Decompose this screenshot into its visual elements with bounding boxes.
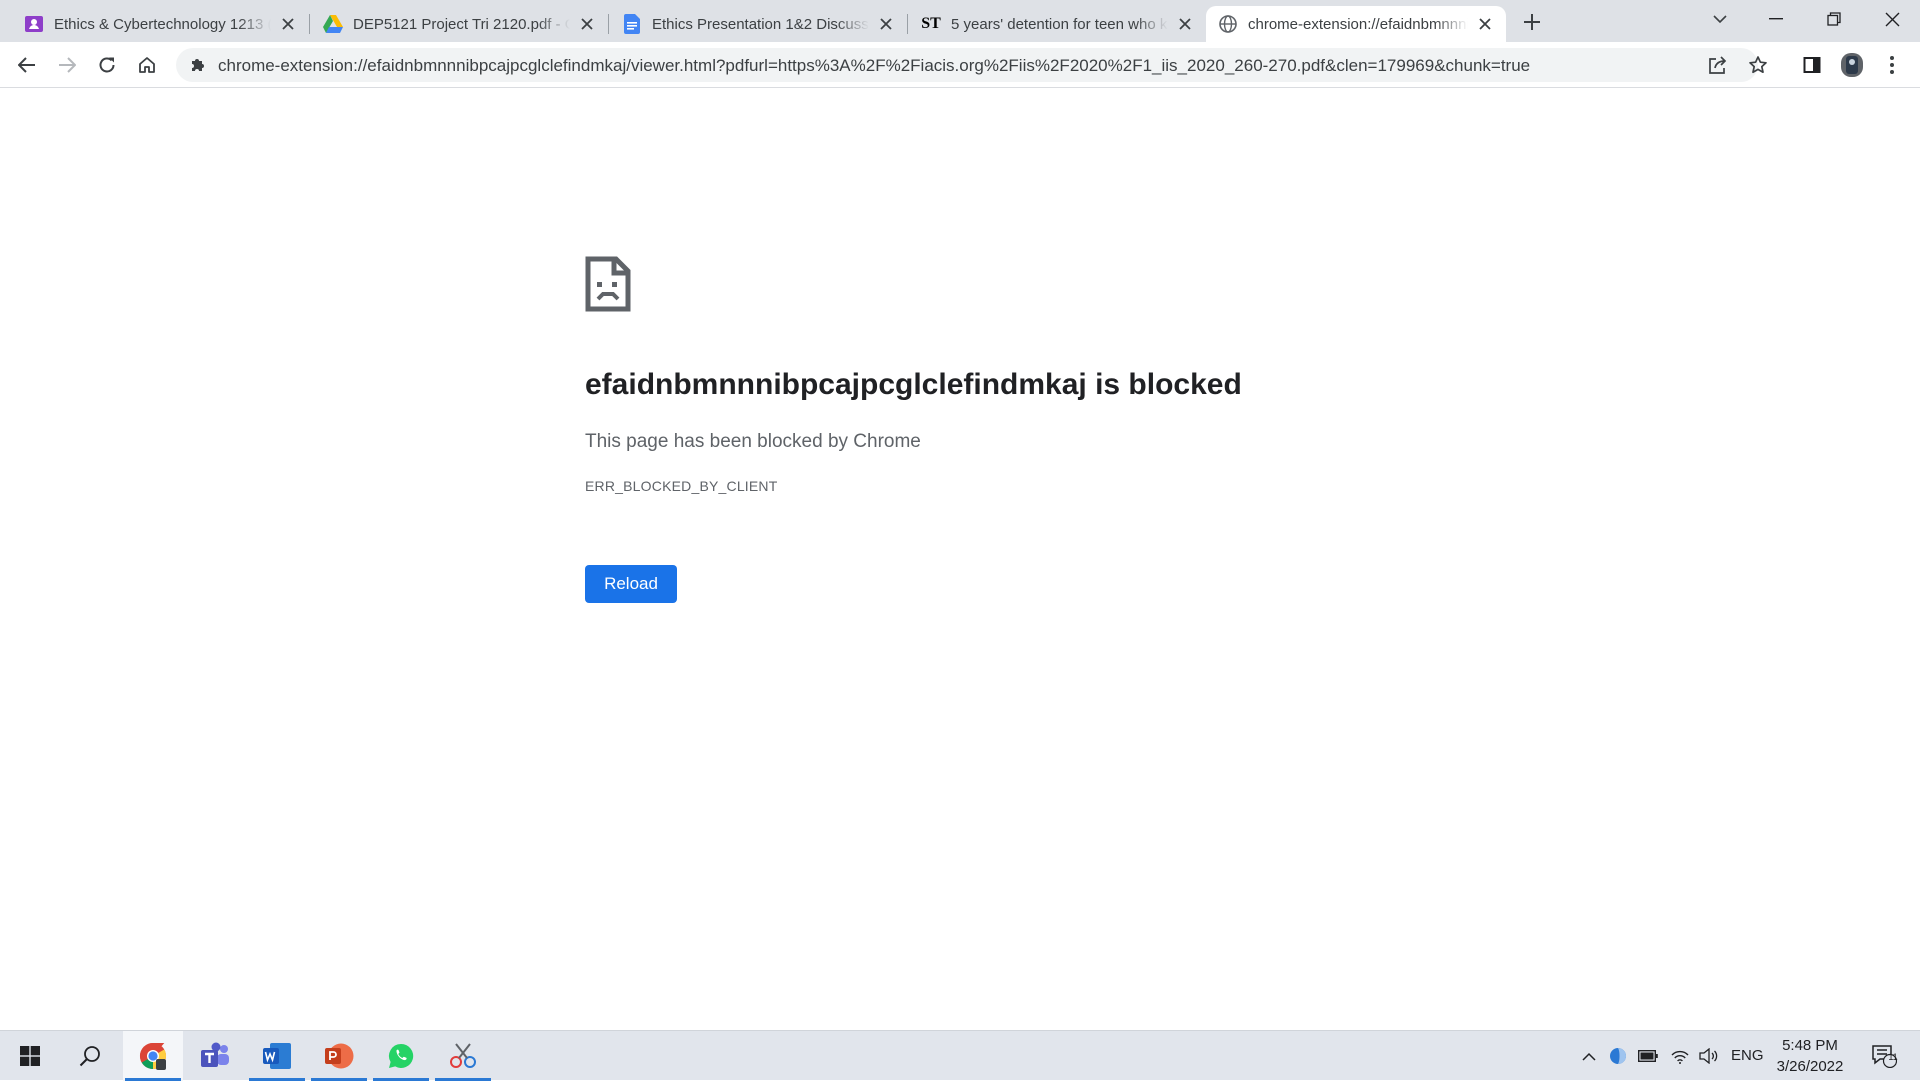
back-button[interactable] [11, 49, 43, 81]
chrome-icon [139, 1042, 167, 1070]
show-hidden-icons-button[interactable] [1578, 1031, 1600, 1081]
google-drive-icon [323, 14, 343, 34]
straits-times-icon: ST [921, 14, 941, 34]
start-button[interactable] [0, 1031, 60, 1081]
taskbar-powerpoint[interactable] [309, 1031, 369, 1081]
restore-button[interactable] [1806, 0, 1862, 38]
windows-taskbar: ENG 5:48 PM 3/26/2022 11 [0, 1030, 1920, 1081]
tab-chrome-extension[interactable]: chrome-extension://efaidnbmnnnib [1206, 6, 1506, 42]
tray-app-icon[interactable] [1606, 1031, 1630, 1081]
word-icon [263, 1043, 291, 1069]
home-icon [139, 57, 155, 73]
taskbar-whatsapp[interactable] [371, 1031, 431, 1081]
tab-separator [608, 14, 609, 34]
profile-button[interactable] [1836, 49, 1868, 81]
tab-dep5121-project[interactable]: DEP5121 Project Tri 2120.pdf - Go [311, 6, 608, 42]
whatsapp-icon [388, 1043, 414, 1068]
close-window-button[interactable] [1864, 0, 1920, 38]
teams-icon [201, 1042, 229, 1067]
share-icon[interactable] [1706, 53, 1730, 77]
taskbar-chrome[interactable] [123, 1031, 183, 1081]
chevron-up-icon [1582, 1052, 1596, 1061]
tab-close-icon[interactable] [1174, 13, 1196, 35]
tab-strip: Ethics & Cybertechnology 1213 ( DEP5121 … [0, 0, 1920, 42]
minimize-button[interactable] [1748, 0, 1804, 38]
tab-close-icon[interactable] [576, 13, 598, 35]
bookmark-star-icon[interactable] [1746, 53, 1770, 77]
tab-ethics-cybertech[interactable]: Ethics & Cybertechnology 1213 ( [12, 6, 309, 42]
input-language[interactable]: ENG [1731, 1047, 1764, 1064]
close-icon [1885, 12, 1899, 26]
tab-title: 5 years' detention for teen who k [951, 15, 1168, 33]
tab-title: chrome-extension://efaidnbmnnnib [1248, 15, 1468, 33]
taskbar-teams[interactable] [185, 1031, 245, 1081]
avatar [1841, 53, 1863, 77]
error-page: efaidnbmnnnibpcajpcglclefindmkaj is bloc… [0, 88, 1920, 1030]
tab-close-icon[interactable] [277, 13, 299, 35]
address-bar[interactable]: chrome-extension://efaidnbmnnnibpcajpcgl… [176, 48, 1767, 82]
globe-icon [1218, 14, 1238, 34]
scissors-icon [450, 1043, 476, 1068]
tab-title: Ethics & Cybertechnology 1213 ( [54, 15, 271, 33]
taskbar-word[interactable] [247, 1031, 307, 1081]
browser-toolbar: chrome-extension://efaidnbmnnnibpcajpcgl… [0, 42, 1920, 88]
url-text[interactable]: chrome-extension://efaidnbmnnnibpcajpcgl… [218, 56, 1668, 76]
tab-title: Ethics Presentation 1&2 Discussio [652, 15, 869, 33]
straits-times-logo-text: ST [921, 15, 941, 32]
windows-logo-icon [20, 1046, 40, 1066]
tab-separator [309, 14, 310, 34]
error-code: ERR_BLOCKED_BY_CLIENT [585, 478, 778, 494]
classroom-icon [24, 14, 44, 34]
tab-close-icon[interactable] [1474, 13, 1496, 35]
powerpoint-icon [325, 1043, 354, 1069]
cloud-app-icon [1610, 1048, 1626, 1064]
home-button[interactable] [131, 49, 163, 81]
error-description: This page has been blocked by Chrome [585, 431, 921, 452]
reload-page-button[interactable] [91, 49, 123, 81]
error-title: efaidnbmnnnibpcajpcglclefindmkaj is bloc… [585, 368, 1242, 401]
volume-icon[interactable] [1697, 1031, 1721, 1081]
notification-count: 11 [1888, 1052, 1898, 1062]
minimize-icon [1769, 18, 1783, 20]
refresh-icon [99, 57, 115, 73]
clock-time: 5:48 PM [1782, 1037, 1838, 1054]
search-button[interactable] [60, 1031, 120, 1081]
side-panel-icon [1803, 57, 1821, 73]
arrow-left-icon [18, 57, 35, 73]
search-icon [79, 1046, 100, 1067]
arrow-right-icon [59, 57, 76, 73]
tab-separator [907, 14, 908, 34]
tab-search-button[interactable] [1692, 0, 1748, 38]
plus-icon [1524, 14, 1540, 30]
clock-date: 3/26/2022 [1776, 1058, 1844, 1075]
tab-ethics-presentation[interactable]: Ethics Presentation 1&2 Discussio [610, 6, 907, 42]
side-panel-button[interactable] [1796, 49, 1828, 81]
forward-button[interactable] [51, 49, 83, 81]
action-center-button[interactable]: 11 [1864, 1031, 1904, 1081]
chrome-menu-button[interactable] [1876, 49, 1908, 81]
restore-icon [1827, 12, 1841, 26]
sad-page-icon [585, 256, 631, 312]
tab-close-icon[interactable] [875, 13, 897, 35]
tab-straits-times-article[interactable]: ST 5 years' detention for teen who k [909, 6, 1206, 42]
more-vert-icon [1890, 56, 1894, 74]
tab-title: DEP5121 Project Tri 2120.pdf - Go [353, 15, 570, 33]
new-tab-button[interactable] [1518, 8, 1546, 36]
clock[interactable]: 5:48 PM 3/26/2022 [1770, 1035, 1850, 1077]
extension-puzzle-icon[interactable] [188, 55, 208, 75]
chevron-down-icon [1713, 14, 1727, 23]
google-docs-icon [622, 14, 642, 34]
taskbar-snipping-tool[interactable] [433, 1031, 493, 1081]
reload-button[interactable]: Reload [585, 565, 677, 603]
battery-icon[interactable] [1636, 1031, 1660, 1081]
wifi-icon[interactable] [1668, 1031, 1692, 1081]
